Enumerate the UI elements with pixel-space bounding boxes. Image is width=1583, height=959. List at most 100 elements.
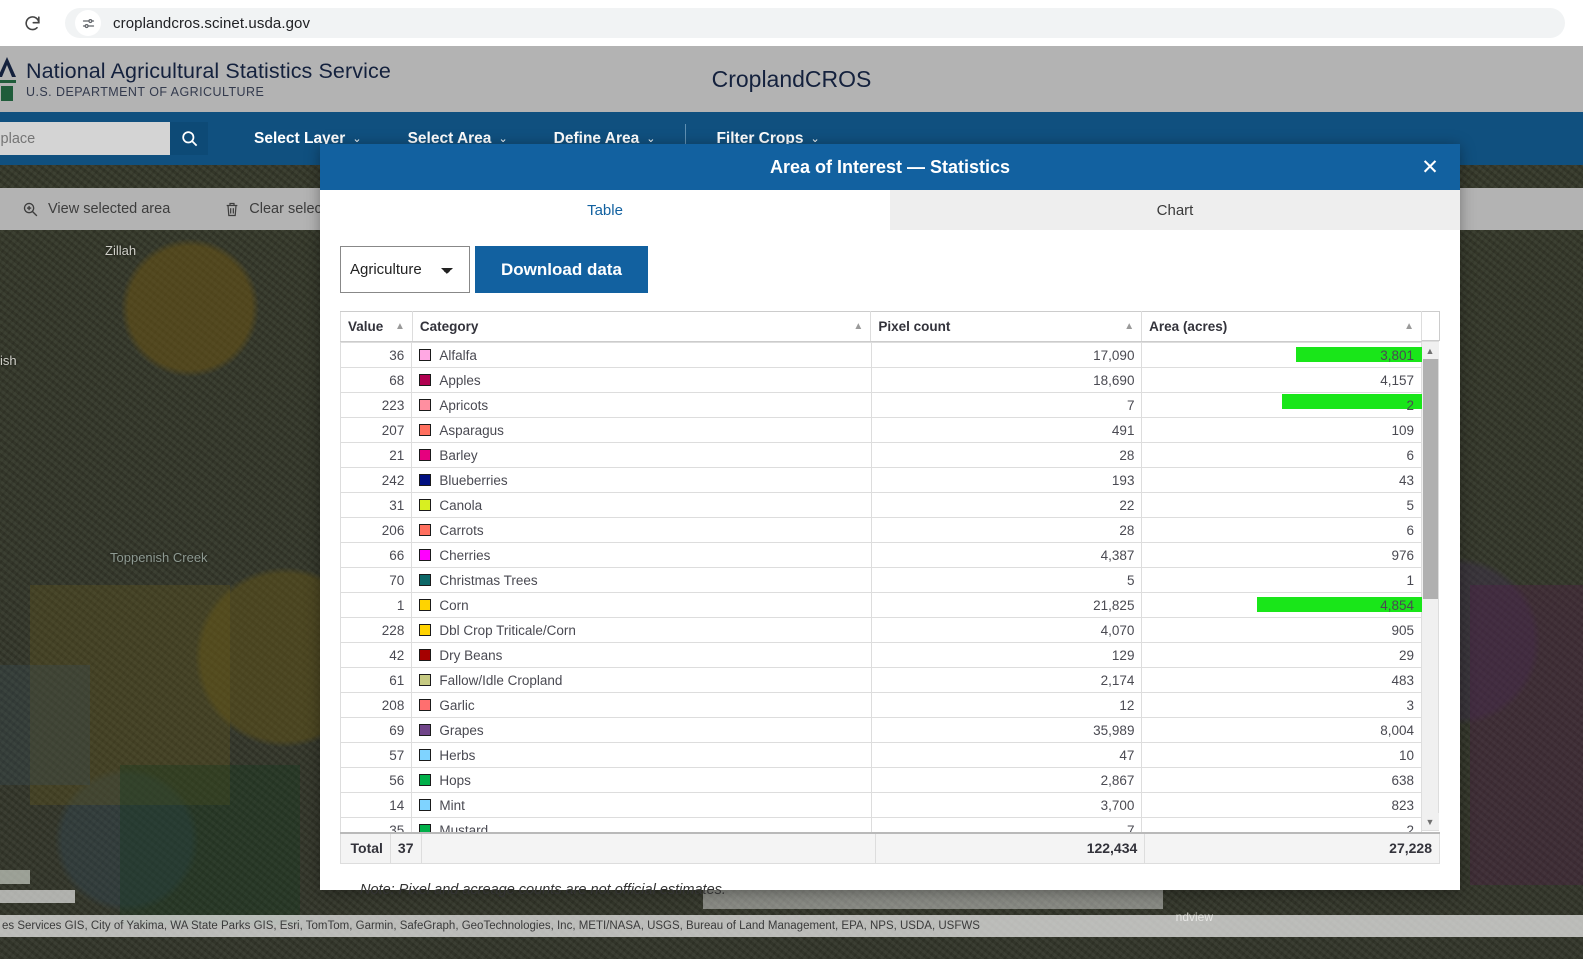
area-value-text: 6	[1406, 447, 1414, 463]
area-value-text: 1	[1406, 572, 1414, 588]
category-name: Herbs	[439, 747, 476, 763]
cell-value: 57	[340, 742, 413, 768]
category-color-swatch	[419, 374, 432, 386]
category-name: Garlic	[439, 697, 475, 713]
table-row[interactable]: 31 Canola 22 5	[340, 492, 1422, 518]
area-value-text: 43	[1398, 472, 1414, 488]
cell-area-acres: 6	[1141, 517, 1422, 543]
reload-icon[interactable]	[17, 8, 47, 38]
cell-value: 66	[340, 542, 413, 568]
cell-value: 31	[340, 492, 413, 518]
cell-category: Dry Beans	[411, 642, 872, 668]
cell-category: Grapes	[411, 717, 872, 743]
dialog-title: Area of Interest — Statistics	[769, 156, 1011, 177]
table-row[interactable]: 207 Asparagus 491 109	[340, 417, 1422, 443]
map-place-label: Zillah	[105, 243, 137, 258]
table-body-scroll[interactable]: 36 Alfalfa 17,090 3,801 68 Apples 18,690 4,157 2…	[340, 342, 1422, 832]
cell-category: Canola	[411, 492, 872, 518]
col-header-pixel-count[interactable]: Pixel count ▲	[870, 311, 1143, 342]
cell-category: Cherries	[411, 542, 872, 568]
table-row[interactable]: 42 Dry Beans 129 29	[340, 642, 1422, 668]
table-row[interactable]: 223 Apricots 7 2	[340, 392, 1422, 418]
area-value-text: 4,854	[1380, 597, 1414, 613]
cell-category: Christmas Trees	[411, 567, 872, 593]
category-name: Blueberries	[439, 472, 508, 488]
table-footnote: Note: Pixel and acreage counts are not o…	[360, 881, 726, 898]
category-color-swatch	[419, 724, 432, 736]
category-name: Alfalfa	[439, 347, 477, 363]
close-icon[interactable]: ✕	[1416, 153, 1444, 181]
view-selected-area-button[interactable]: View selected area	[22, 201, 170, 218]
address-bar[interactable]: croplandcros.scinet.usda.gov	[65, 8, 1565, 38]
table-row[interactable]: 56 Hops 2,867 638	[340, 767, 1422, 793]
category-name: Mustard	[439, 822, 489, 833]
category-color-swatch	[419, 474, 432, 486]
table-row[interactable]: 35 Mustard 7 2	[340, 817, 1422, 833]
area-value-text: 29	[1398, 647, 1414, 663]
cell-pixel-count: 2,867	[870, 767, 1143, 793]
category-color-swatch	[419, 499, 432, 511]
table-row[interactable]: 36 Alfalfa 17,090 3,801	[340, 342, 1422, 368]
cell-area-acres: 2	[1141, 392, 1422, 418]
dialog-body: Agriculture Download data Value ▲ Categor	[320, 230, 1460, 898]
map-scale-bar	[0, 890, 75, 903]
cell-value: 61	[340, 667, 413, 693]
cell-area-acres: 5	[1141, 492, 1422, 518]
table-row[interactable]: 14 Mint 3,700 823	[340, 792, 1422, 818]
col-header-value[interactable]: Value ▲	[340, 311, 413, 342]
area-value-text: 483	[1391, 672, 1414, 688]
url-text: croplandcros.scinet.usda.gov	[113, 14, 311, 32]
col-header-category[interactable]: Category ▲	[411, 311, 872, 342]
cell-category: Dbl Crop Triticale/Corn	[411, 617, 872, 643]
col-header-label: Pixel count	[878, 319, 951, 334]
table-row[interactable]: 57 Herbs 47 10	[340, 742, 1422, 768]
table-row[interactable]: 242 Blueberries 193 43	[340, 467, 1422, 493]
table-row[interactable]: 208 Garlic 12 3	[340, 692, 1422, 718]
download-data-button[interactable]: Download data	[475, 246, 648, 293]
category-color-swatch	[419, 549, 432, 561]
category-name: Carrots	[439, 522, 484, 538]
cell-area-acres: 10	[1141, 742, 1422, 768]
table-row[interactable]: 206 Carrots 28 6	[340, 517, 1422, 543]
site-settings-icon[interactable]	[75, 10, 101, 36]
table-header-row: Value ▲ Category ▲ Pixel count ▲ Area (acre…	[340, 311, 1422, 342]
cell-area-acres: 905	[1141, 617, 1422, 643]
area-value-text: 109	[1391, 422, 1414, 438]
scrollbar-thumb[interactable]	[1423, 359, 1438, 599]
table-total-row: Total 37 122,434 27,228	[340, 832, 1440, 864]
cell-pixel-count: 28	[870, 517, 1143, 543]
toolbar-item-label: View selected area	[48, 201, 171, 217]
search-input[interactable]	[0, 122, 170, 155]
tab-table[interactable]: Table	[320, 190, 890, 230]
table-row[interactable]: 68 Apples 18,690 4,157	[340, 367, 1422, 409]
layer-select[interactable]: Agriculture	[340, 246, 470, 293]
cell-area-acres: 8,004	[1141, 717, 1422, 743]
area-value-text: 823	[1391, 797, 1414, 813]
scroll-down-icon[interactable]: ▼	[1421, 813, 1439, 830]
cell-area-acres: 1	[1141, 567, 1422, 593]
tab-chart[interactable]: Chart	[890, 190, 1460, 230]
table-row[interactable]: 69 Grapes 35,989 8,004	[340, 717, 1422, 743]
sort-ascending-icon: ▲	[395, 321, 405, 332]
cell-pixel-count: 7	[870, 392, 1143, 418]
cell-category: Mustard	[411, 817, 872, 833]
area-value-text: 905	[1391, 622, 1414, 638]
table-row[interactable]: 70 Christmas Trees 5 1	[340, 567, 1422, 593]
category-color-swatch	[419, 774, 432, 786]
scroll-up-icon[interactable]: ▲	[1421, 342, 1439, 359]
col-header-area-acres[interactable]: Area (acres) ▲	[1141, 311, 1422, 342]
table-row[interactable]: 66 Cherries 4,387 976	[340, 542, 1422, 568]
area-value-text: 8,004	[1380, 722, 1414, 738]
table-row[interactable]: 228 Dbl Crop Triticale/Corn 4,070 905	[340, 617, 1422, 643]
cell-pixel-count: 193	[870, 467, 1143, 493]
search-button[interactable]	[170, 122, 208, 155]
sort-ascending-icon: ▲	[1124, 321, 1135, 332]
table-row[interactable]: 61 Fallow/Idle Cropland 2,174 483	[340, 667, 1422, 693]
cell-area-acres: 4,157	[1141, 367, 1422, 409]
table-row[interactable]: 21 Barley 28 6	[340, 442, 1422, 468]
dialog-header: Area of Interest — Statistics ✕	[320, 144, 1460, 190]
table-scrollbar[interactable]: ▲ ▼	[1421, 341, 1439, 831]
map-place-label: ish	[0, 353, 17, 368]
table-row[interactable]: 1 Corn 21,825 4,854	[340, 592, 1422, 618]
col-header-label: Area (acres)	[1149, 319, 1228, 334]
